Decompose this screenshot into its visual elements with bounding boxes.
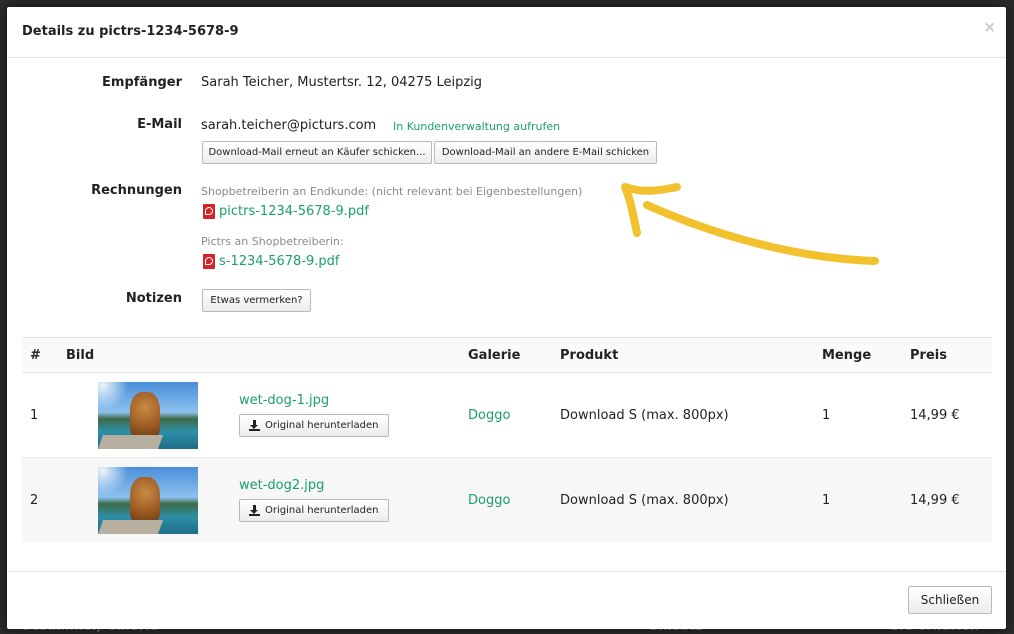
- gallery-link[interactable]: Doggo: [468, 493, 510, 508]
- product-cell: Download S (max. 800px): [560, 457, 822, 542]
- invoices-label: Rechnungen: [91, 183, 182, 198]
- notes-label: Notizen: [125, 291, 182, 306]
- image-filename-link[interactable]: wet-dog-1.jpg: [239, 393, 389, 408]
- resend-download-mail-button[interactable]: Download-Mail erneut an Käufer schicken.…: [202, 141, 432, 164]
- col-product: Produkt: [560, 337, 822, 373]
- col-gallery: Galerie: [468, 337, 560, 373]
- col-quantity: Menge: [822, 337, 910, 373]
- customer-management-link[interactable]: In Kundenverwaltung aufrufen: [393, 120, 560, 133]
- invoice2-pdf-link[interactable]: s-1234-5678-9.pdf: [203, 254, 340, 269]
- table-header-row: # Bild Galerie Produkt Menge Preis: [22, 337, 992, 373]
- download-icon: [249, 420, 260, 431]
- invoice2-filename: s-1234-5678-9.pdf: [219, 254, 340, 269]
- modal-footer: Schließen: [7, 571, 1006, 629]
- download-original-label: Original herunterladen: [265, 420, 379, 431]
- quantity-cell: 1: [822, 457, 910, 542]
- pdf-icon: [203, 254, 215, 269]
- image-cell: wet-dog-1.jpg Original herunterladen: [66, 372, 468, 458]
- wet-dog-thumbnail[interactable]: [98, 381, 198, 449]
- invoice1-filename: pictrs-1234-5678-9.pdf: [219, 204, 369, 219]
- recipient-label: Empfänger: [102, 75, 182, 90]
- gallery-cell: Doggo: [468, 457, 560, 542]
- add-note-button[interactable]: Etwas vermerken?: [202, 289, 311, 312]
- table-row: 2 wet-dog2.jpg Original herunterladen Do…: [22, 457, 992, 542]
- gallery-link[interactable]: Doggo: [468, 408, 510, 423]
- send-to-other-email-button[interactable]: Download-Mail an andere E-Mail schicken: [434, 141, 657, 164]
- modal-title: Details zu pictrs-1234-5678-9: [22, 24, 239, 39]
- order-details-modal: Details zu pictrs-1234-5678-9 × Empfänge…: [7, 7, 1006, 629]
- row-number: 2: [22, 457, 66, 542]
- annotation-arrow-icon: [621, 183, 879, 265]
- invoice1-pdf-link[interactable]: pictrs-1234-5678-9.pdf: [203, 204, 369, 219]
- recipient-value: Sarah Teicher, Mustertsr. 12, 04275 Leip…: [201, 75, 483, 90]
- download-original-label: Original herunterladen: [265, 505, 379, 516]
- image-cell: wet-dog2.jpg Original herunterladen: [66, 457, 468, 542]
- invoice1-caption: Shopbetreiberin an Endkunde: (nicht rele…: [201, 185, 583, 198]
- download-original-button[interactable]: Original herunterladen: [239, 414, 389, 437]
- close-modal-button[interactable]: Schließen: [908, 586, 992, 614]
- col-image: Bild: [66, 337, 468, 373]
- price-cell: 14,99 €: [910, 457, 992, 542]
- image-filename-link[interactable]: wet-dog2.jpg: [239, 478, 389, 493]
- col-price: Preis: [910, 337, 992, 373]
- download-icon: [249, 505, 260, 516]
- gallery-cell: Doggo: [468, 372, 560, 458]
- close-icon[interactable]: ×: [983, 18, 996, 36]
- pdf-icon: [203, 204, 215, 219]
- modal-header: Details zu pictrs-1234-5678-9 ×: [7, 7, 1006, 58]
- wet-dog-thumbnail[interactable]: [98, 466, 198, 534]
- email-value: sarah.teicher@picturs.com: [201, 118, 377, 133]
- invoice2-caption: Pictrs an Shopbetreiberin:: [201, 235, 344, 248]
- table-row: 1 wet-dog-1.jpg Original herunterladen D…: [22, 372, 992, 458]
- order-items-table: # Bild Galerie Produkt Menge Preis 1 wet: [22, 337, 992, 542]
- quantity-cell: 1: [822, 372, 910, 458]
- price-cell: 14,99 €: [910, 372, 992, 458]
- download-original-button[interactable]: Original herunterladen: [239, 499, 389, 522]
- col-number: #: [22, 337, 66, 373]
- email-label: E-Mail: [137, 117, 182, 132]
- product-cell: Download S (max. 800px): [560, 372, 822, 458]
- row-number: 1: [22, 372, 66, 458]
